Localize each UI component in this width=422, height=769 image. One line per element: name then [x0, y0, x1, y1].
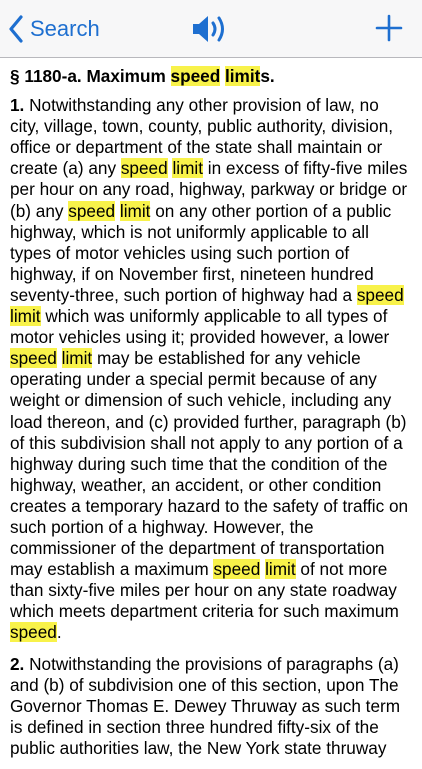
search-highlight: limit [172, 158, 203, 179]
navigation-bar: Search [0, 0, 422, 58]
plus-icon [375, 14, 403, 42]
text-run: Notwithstanding the provisions of paragr… [10, 653, 401, 758]
search-highlight: limit [224, 66, 261, 86]
text-run: may be established for any vehicle opera… [10, 348, 409, 580]
chevron-left-icon [8, 15, 24, 43]
text-run: § 1180-a. Maximum [10, 66, 171, 86]
speaker-icon [193, 16, 224, 42]
add-button[interactable] [374, 13, 404, 43]
text-run: s. [260, 66, 275, 86]
back-button-label: Search [30, 16, 100, 41]
text-run: which was uniformly applicable to all ty… [10, 306, 390, 348]
paragraph-number: 1. [10, 95, 25, 116]
statute-paragraph: 1. Notwithstanding any other provision o… [10, 95, 410, 643]
search-highlight: speed [120, 158, 168, 179]
search-highlight: speed [10, 348, 57, 369]
search-highlight: limit [10, 306, 41, 327]
back-button[interactable]: Search [8, 12, 100, 46]
text-run: . [56, 622, 62, 643]
search-highlight: speed [10, 622, 57, 643]
search-highlight: limit [119, 200, 151, 221]
search-highlight: limit [265, 559, 296, 580]
search-highlight: speed [356, 284, 404, 305]
speaker-button[interactable] [190, 12, 234, 46]
search-highlight: limit [61, 348, 93, 369]
statute-text: § 1180-a. Maximum speed limits. 1. Notwi… [10, 66, 410, 769]
text-run [57, 348, 62, 368]
paragraph-list: 1. Notwithstanding any other provision o… [10, 95, 410, 759]
paragraph-number: 2. [10, 653, 25, 674]
search-highlight: speed [213, 559, 261, 580]
statute-paragraph: 2. Notwithstanding the provisions of par… [10, 654, 410, 759]
search-highlight: speed [170, 66, 221, 86]
search-highlight: speed [68, 200, 116, 221]
section-title: § 1180-a. Maximum speed limits. [10, 66, 410, 87]
